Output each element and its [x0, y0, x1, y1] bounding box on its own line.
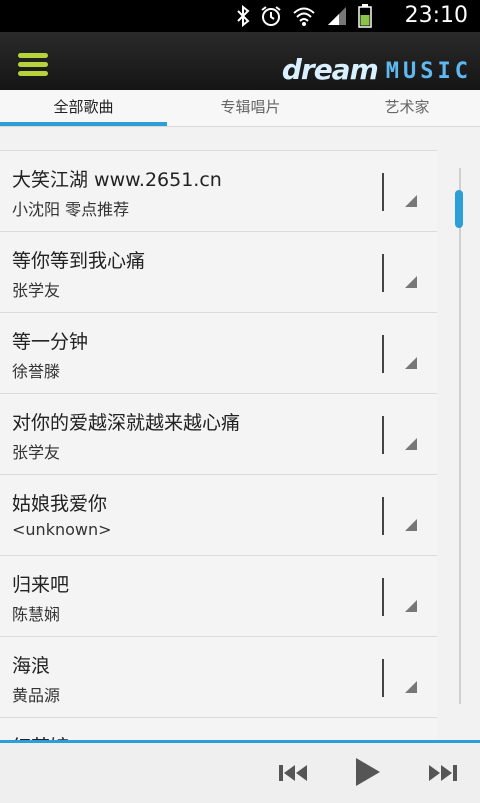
- play-icon[interactable]: [352, 755, 382, 789]
- song-title: 姑娘我爱你: [12, 493, 108, 515]
- battery-icon: [358, 4, 372, 28]
- signal-icon: [328, 7, 346, 25]
- song-artist: <unknown>: [12, 520, 112, 539]
- wifi-icon: [293, 7, 315, 26]
- song-row[interactable]: 大笑江湖 www.2651.cn 小沈阳 零点推荐: [0, 151, 437, 232]
- logo-music-text: MUSIC: [385, 59, 472, 84]
- song-options-icon[interactable]: [405, 276, 417, 288]
- song-options-icon[interactable]: [405, 519, 417, 531]
- status-time: 23:10: [404, 3, 468, 28]
- scrollbar-thumb[interactable]: [455, 190, 463, 228]
- song-title: 归来吧: [12, 574, 70, 596]
- song-artist: 张学友: [12, 281, 61, 300]
- song-title: 对你的爱越深就越来越心痛: [12, 412, 241, 434]
- row-divider: [382, 173, 384, 211]
- row-divider: [382, 578, 384, 616]
- previous-icon[interactable]: [276, 759, 310, 787]
- song-list[interactable]: 大笑江湖 www.2651.cn 小沈阳 零点推荐 等你等到我心痛 张学友 等一…: [0, 150, 437, 741]
- song-row[interactable]: 对你的爱越深就越来越心痛 张学友: [0, 394, 437, 475]
- logo-dream-text: dream: [281, 53, 379, 86]
- song-options-icon[interactable]: [405, 438, 417, 450]
- song-title: 等你等到我心痛: [12, 250, 146, 272]
- row-divider: [382, 497, 384, 535]
- tab-albums[interactable]: 专辑唱片: [167, 90, 334, 126]
- song-row[interactable]: 等你等到我心痛 张学友: [0, 232, 437, 313]
- song-row[interactable]: 姑娘我爱你 <unknown>: [0, 475, 437, 556]
- tab-all-songs[interactable]: 全部歌曲: [0, 90, 167, 126]
- row-divider: [382, 335, 384, 373]
- song-title: 等一分钟: [12, 331, 89, 353]
- song-artist: 张学友: [12, 443, 61, 462]
- song-artist: 黄品源: [12, 686, 61, 705]
- player-bar: [0, 740, 480, 803]
- row-divider: [382, 416, 384, 454]
- scrollbar-track[interactable]: [459, 168, 461, 704]
- song-title: 大笑江湖 www.2651.cn: [12, 169, 222, 191]
- hamburger-menu-icon[interactable]: [18, 53, 48, 77]
- active-tab-indicator: [0, 122, 167, 126]
- song-artist: 徐誉滕: [12, 362, 61, 381]
- alarm-icon: [261, 6, 281, 26]
- app-header: dream MUSIC: [0, 32, 480, 90]
- song-artist: 陈慧娴: [12, 605, 61, 624]
- song-row[interactable]: 等一分钟 徐誉滕: [0, 313, 437, 394]
- song-options-icon[interactable]: [405, 600, 417, 612]
- song-row[interactable]: 红茶馆: [0, 718, 437, 741]
- status-icons: [236, 4, 372, 28]
- app-logo: dream MUSIC: [282, 50, 472, 84]
- song-row[interactable]: 海浪 黄品源: [0, 637, 437, 718]
- song-row[interactable]: 归来吧 陈慧娴: [0, 556, 437, 637]
- song-title: 海浪: [12, 655, 51, 677]
- song-artist: 小沈阳 零点推荐: [12, 200, 130, 219]
- status-bar: 23:10: [0, 0, 480, 32]
- bluetooth-icon: [237, 5, 250, 27]
- tab-artists[interactable]: 艺术家: [334, 90, 480, 126]
- next-icon[interactable]: [426, 759, 460, 787]
- song-options-icon[interactable]: [405, 195, 417, 207]
- row-divider: [382, 659, 384, 697]
- row-divider: [382, 254, 384, 292]
- song-options-icon[interactable]: [405, 357, 417, 369]
- song-options-icon[interactable]: [405, 681, 417, 693]
